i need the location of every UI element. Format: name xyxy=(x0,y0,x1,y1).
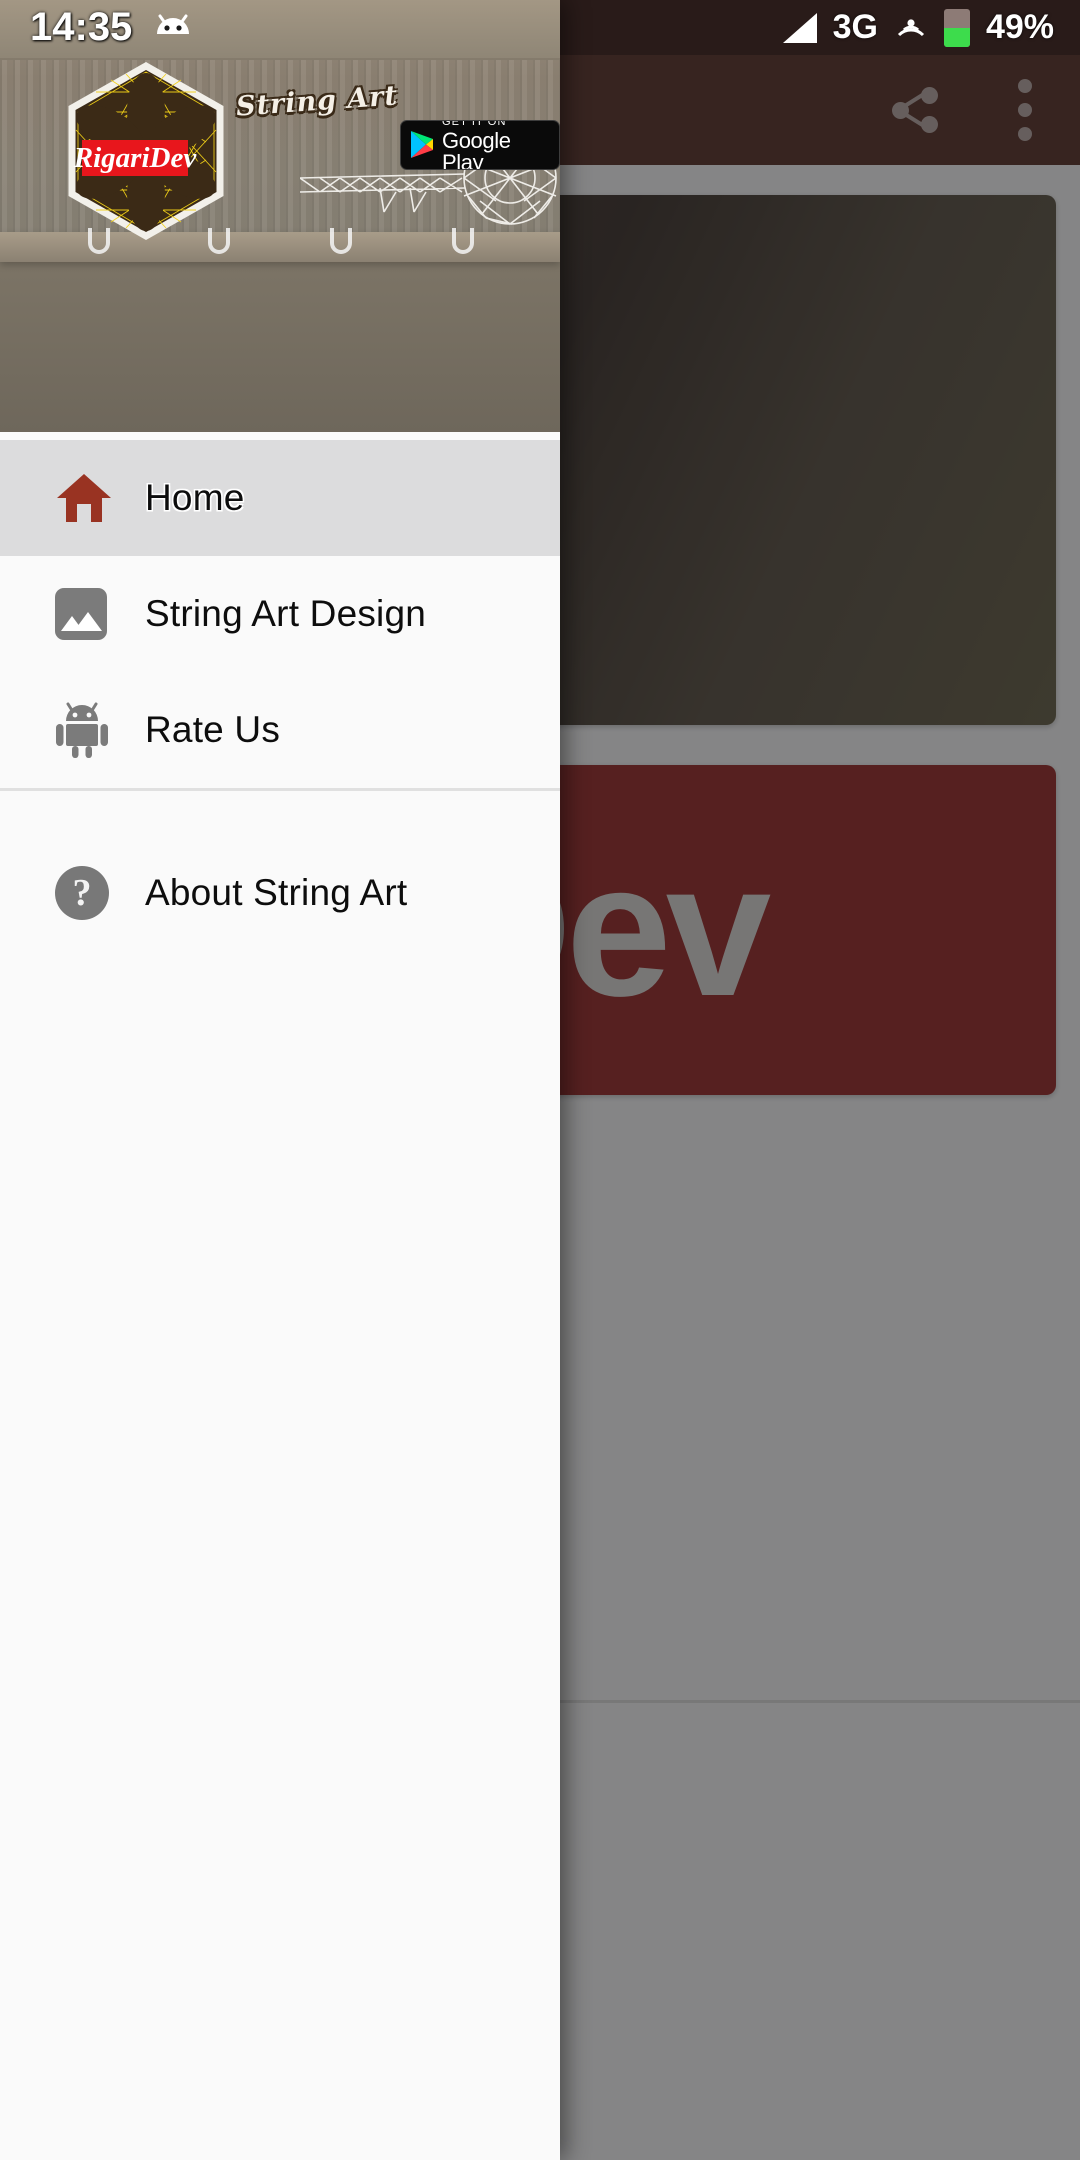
drawer-item-label: Rate Us xyxy=(145,709,281,750)
hexagon-string-art-logo: RigariDev xyxy=(68,62,224,240)
drawer-item-label: About String Art xyxy=(145,872,408,913)
google-play-badge[interactable]: GET IT ON Google Play xyxy=(400,120,560,170)
drawer-item-label: Home xyxy=(145,477,245,518)
drawer-item-string-art-design[interactable]: String Art Design xyxy=(0,556,560,672)
play-badge-small-text: GET IT ON xyxy=(442,120,507,128)
wood-top-beam xyxy=(0,0,560,60)
drawer-item-about-string-art[interactable]: ? About String Art xyxy=(0,835,560,951)
drawer-item-label: String Art Design xyxy=(145,593,427,634)
drawer-menu: Home String Art Design Rate Us ? About S… xyxy=(0,440,560,951)
help-circle-icon: ? xyxy=(55,866,117,920)
drawer-menu-spacer xyxy=(0,791,560,835)
svg-text:RigariDev: RigariDev xyxy=(73,142,198,174)
navigation-drawer: RigariDev String Art GET IT ON Google Pl… xyxy=(0,0,560,2160)
wood-lower-panel xyxy=(0,262,560,432)
android-robot-icon xyxy=(55,701,117,759)
drawer-header: RigariDev String Art GET IT ON Google Pl… xyxy=(0,0,560,432)
drawer-item-home[interactable]: Home xyxy=(0,440,560,556)
image-icon xyxy=(55,588,117,640)
home-icon xyxy=(55,472,117,524)
drawer-item-rate-us[interactable]: Rate Us xyxy=(0,672,560,788)
google-play-triangle-icon xyxy=(409,130,435,160)
play-badge-big-text: Google Play xyxy=(442,127,511,170)
